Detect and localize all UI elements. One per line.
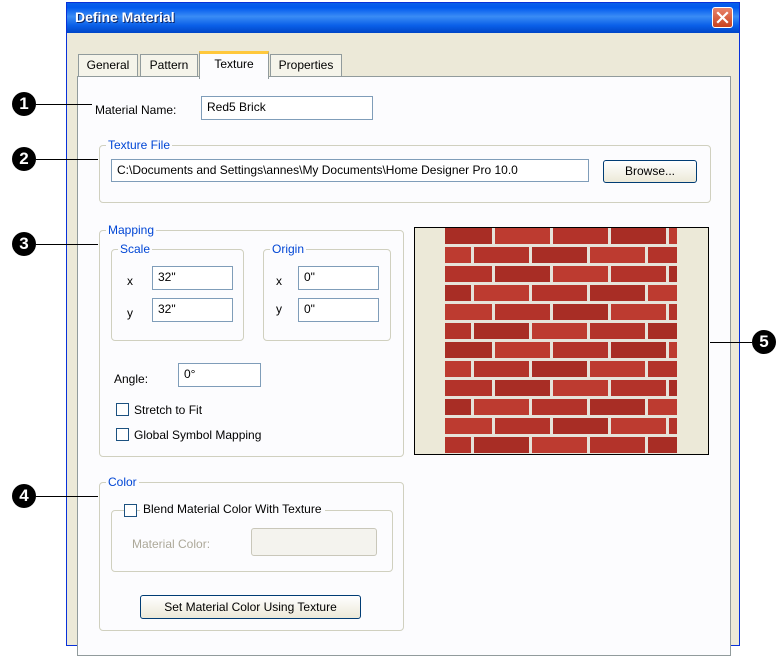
material-name-input[interactable]: Red5 Brick <box>201 96 373 120</box>
dialog-title: Define Material <box>75 9 175 25</box>
tab-pattern[interactable]: Pattern <box>140 54 198 77</box>
origin-group: Origin x 0" y 0" <box>263 242 391 341</box>
material-color-label: Material Color: <box>132 537 211 551</box>
scale-x-input[interactable]: 32" <box>152 266 233 290</box>
callout-4-line <box>36 496 98 497</box>
texture-file-group: Texture File C:\Documents and Settings\a… <box>99 138 711 203</box>
callout-1-line <box>36 104 92 105</box>
mapping-group: Mapping Scale x 32" y 32" Origin x 0" y … <box>99 223 404 457</box>
global-symbol-mapping-label: Global Symbol Mapping <box>134 428 262 442</box>
callout-5: 5 <box>752 330 776 354</box>
origin-group-title: Origin <box>270 242 307 256</box>
scale-x-label: x <box>127 274 133 288</box>
tab-texture[interactable]: Texture <box>199 51 269 79</box>
material-color-swatch-button[interactable] <box>251 528 377 556</box>
title-bar[interactable]: Define Material <box>67 3 739 33</box>
callout-2-line <box>36 159 98 160</box>
origin-x-input[interactable]: 0" <box>298 266 379 290</box>
stretch-to-fit-checkbox[interactable] <box>116 403 129 416</box>
browse-button[interactable]: Browse... <box>603 160 697 183</box>
scale-group: Scale x 32" y 32" <box>111 242 244 341</box>
callout-4: 4 <box>12 484 36 508</box>
origin-y-input[interactable]: 0" <box>298 298 379 322</box>
callout-3-line <box>36 244 98 245</box>
close-button[interactable] <box>712 7 733 28</box>
color-group: Color Blend Material Color With Texture … <box>99 475 404 631</box>
close-icon <box>716 11 729 24</box>
stretch-to-fit-label: Stretch to Fit <box>134 403 203 417</box>
set-material-color-button[interactable]: Set Material Color Using Texture <box>140 595 361 619</box>
texture-file-path-input[interactable]: C:\Documents and Settings\annes\My Docum… <box>111 159 589 182</box>
color-group-title: Color <box>106 475 139 489</box>
texture-preview <box>414 227 709 455</box>
callout-1: 1 <box>12 92 36 116</box>
global-symbol-mapping-checkbox[interactable] <box>116 428 129 441</box>
mapping-group-title: Mapping <box>106 223 157 237</box>
blend-color-group: Blend Material Color With Texture Materi… <box>111 502 393 572</box>
tab-properties[interactable]: Properties <box>270 54 342 77</box>
texture-file-group-title: Texture File <box>106 138 173 152</box>
brick-texture-image <box>445 228 677 454</box>
tab-general[interactable]: General <box>78 54 138 77</box>
scale-y-input[interactable]: 32" <box>152 298 233 322</box>
callout-3: 3 <box>12 232 36 256</box>
angle-label: Angle: <box>114 372 149 386</box>
scale-group-title: Scale <box>118 242 153 256</box>
angle-input[interactable]: 0° <box>178 363 261 387</box>
callout-2: 2 <box>12 147 36 171</box>
origin-x-label: x <box>276 274 282 288</box>
material-name-label: Material Name: <box>95 103 177 117</box>
blend-material-color-label: Blend Material Color With Texture <box>140 502 325 516</box>
blend-material-color-checkbox[interactable] <box>124 504 137 517</box>
scale-y-label: y <box>127 306 133 320</box>
origin-y-label: y <box>276 302 282 316</box>
callout-5-line <box>710 342 752 343</box>
